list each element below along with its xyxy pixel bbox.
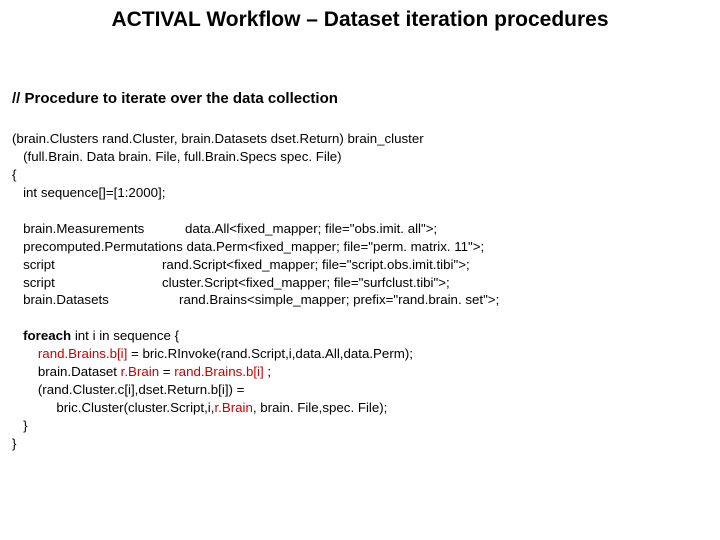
slide-subtitle: // Procedure to iterate over the data co… [12,90,338,107]
brace-inner-close: } [12,418,28,433]
foreach-rest: int i in sequence { [71,328,179,343]
body-l4c: , brain. File,spec. File); [253,400,388,415]
sig-line-1: (brain.Clusters rand.Cluster, brain.Data… [12,131,424,146]
decl-c1-1: brain.Measurements [12,221,144,236]
decl-c1-2: precomputed.Permutations [12,239,183,254]
decl-c2-2: data.Perm<fixed_mapper; file="perm. matr… [186,239,484,254]
foreach-keyword: foreach [23,328,71,343]
decl-c2-5: rand.Brains<simple_mapper; prefix="rand.… [175,292,499,307]
brace-open: { [12,167,16,182]
slide-title: ACTIVAL Workflow – Dataset iteration pro… [0,8,720,32]
body-l1-rest: = bric.RInvoke(rand.Script,i,data.All,da… [127,346,413,361]
body-l4-hl: r.Brain [214,400,252,415]
body-l3: (rand.Cluster.c[i],dset.Return.b[i]) = [12,382,244,397]
sig-line-2: (full.Brain. Data brain. File, full.Brai… [12,149,342,164]
body-l1-hl: rand.Brains.b[i] [38,346,127,361]
decl-c1-4: script [12,275,55,290]
body-l4a: bric.Cluster(cluster.Script,i, [12,400,214,415]
decl-c2-1: data.All<fixed_mapper; file="obs.imit. a… [185,221,437,236]
decl-c1-5: brain.Datasets [12,292,109,307]
slide: ACTIVAL Workflow – Dataset iteration pro… [0,0,720,540]
decl-c2-4: cluster.Script<fixed_mapper; file="surfc… [162,275,450,290]
sequence-decl: int sequence[]=[1:2000]; [12,185,165,200]
body-l2-hl1: r.Brain [121,364,159,379]
body-l2c: = [159,364,174,379]
decl-c1-3: script [12,257,55,272]
body-l2e: ; [264,364,271,379]
decl-c2-3: rand.Script<fixed_mapper; file="script.o… [158,257,469,272]
body-l2a: brain.Dataset [12,364,121,379]
body-l2-hl2: rand.Brains.b[i] [174,364,263,379]
brace-close: } [12,436,16,451]
code-block: (brain.Clusters rand.Cluster, brain.Data… [12,130,708,453]
